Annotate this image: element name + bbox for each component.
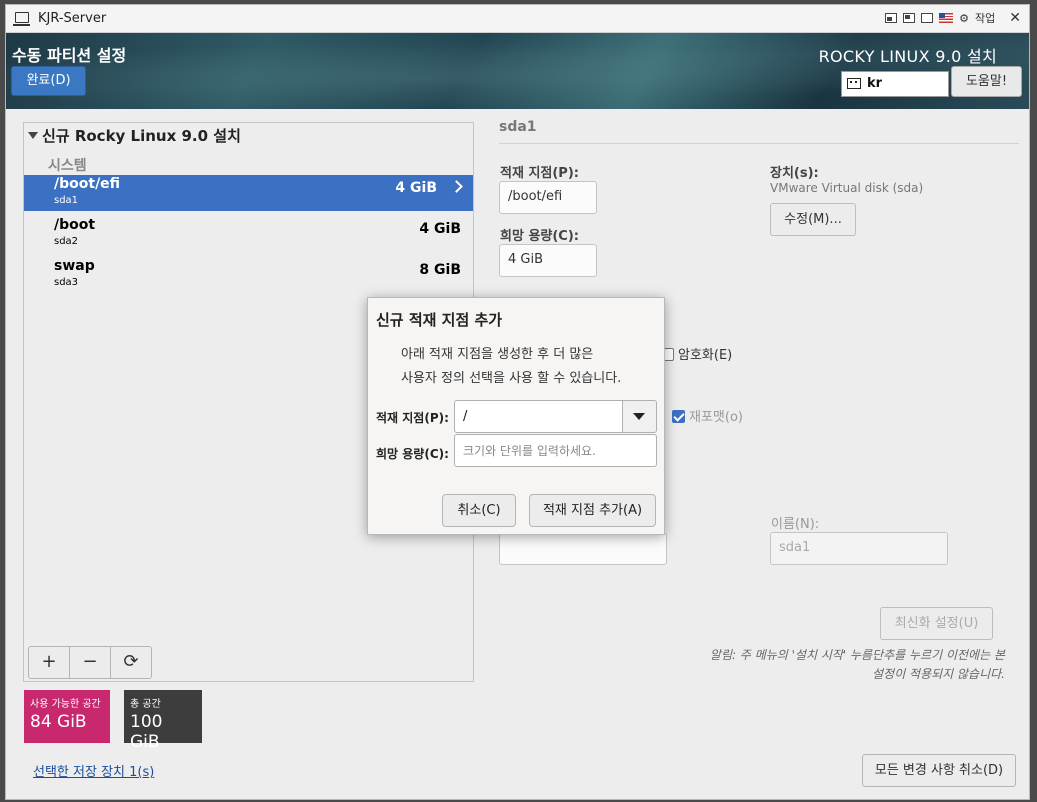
install-group-label: 신규 Rocky Linux 9.0 설치	[42, 127, 241, 145]
detail-device-label: 장치(s):	[770, 166, 819, 181]
keyboard-layout-label: kr	[867, 76, 883, 91]
mount-point-value: /	[463, 409, 468, 424]
mount-size: 4 GiB	[419, 221, 461, 237]
flag-icon	[939, 13, 954, 23]
dialog-cancel-button[interactable]: 취소(C)	[442, 494, 516, 527]
add-mount-dialog: 신규 적재 지점 추가 아래 적재 지점을 생성한 후 더 많은 사용자 정의 …	[367, 297, 665, 535]
keyboard-icon	[847, 78, 861, 89]
capacity-input[interactable]	[454, 434, 657, 467]
detail-mount-field[interactable]: /boot/efi	[499, 181, 597, 214]
actions-menu[interactable]: 작업	[975, 10, 995, 26]
remove-mount-button[interactable]: −	[69, 646, 111, 679]
page-title: 수동 파티션 설정	[12, 46, 127, 65]
maximize-icon[interactable]	[921, 13, 934, 23]
detail-title: sda1	[499, 119, 537, 135]
vm-controls: ⚙ 작업 ✕	[885, 10, 1021, 26]
mount-name: /boot/efi	[54, 176, 121, 192]
mount-row-boot-efi[interactable]: /boot/efi sda1 4 GiB	[24, 175, 473, 211]
reset-all-button[interactable]: 모든 변경 사항 취소(D)	[862, 754, 1016, 787]
checkbox-checked-icon	[672, 410, 685, 423]
restore-icon[interactable]	[903, 13, 916, 23]
gear-icon[interactable]: ⚙	[959, 12, 969, 25]
done-button[interactable]: 완료(D)	[11, 66, 86, 96]
minimize-icon[interactable]	[885, 13, 898, 23]
mount-toolbar: + − ⟳	[28, 646, 152, 679]
selected-storage-link[interactable]: 선택한 저장 장치 1(s)	[33, 761, 154, 780]
available-space-value: 84 GiB	[30, 712, 87, 732]
dialog-desc-line2: 사용자 정의 선택을 사용 할 수 있습니다.	[401, 371, 622, 386]
total-space-value: 100 GiB	[130, 712, 163, 752]
total-space-label: 총 공간	[130, 699, 161, 710]
detail-device-value: VMware Virtual disk (sda)	[770, 181, 924, 195]
detail-divider	[499, 143, 1019, 144]
encrypt-label: 암호화(E)	[678, 348, 733, 363]
close-icon[interactable]: ✕	[1009, 10, 1021, 26]
expander-down-icon[interactable]	[28, 132, 38, 139]
detail-name-label: 이름(N):	[771, 517, 820, 532]
dialog-add-button[interactable]: 적재 지점 추가(A)	[529, 494, 656, 527]
dialog-capacity-label: 희망 용량(C):	[376, 447, 449, 461]
apply-note-line2: 설정이 적용되지 않습니다.	[872, 667, 1005, 681]
mount-name: swap	[54, 258, 95, 274]
dialog-desc-line1: 아래 적재 지점을 생성한 후 더 많은	[401, 347, 594, 362]
dialog-description: 아래 적재 지점을 생성한 후 더 많은 사용자 정의 선택을 사용 할 수 있…	[401, 343, 621, 391]
section-system: 시스템	[48, 158, 87, 174]
keyboard-layout-indicator[interactable]: kr	[841, 71, 949, 97]
mount-device: sda2	[54, 236, 79, 247]
available-space-label: 사용 가능한 공간	[30, 699, 101, 710]
chevron-right-icon	[450, 180, 463, 193]
dropdown-arrow-icon[interactable]	[622, 401, 656, 432]
dialog-title: 신규 적재 지점 추가	[376, 311, 503, 329]
refresh-button[interactable]: ⟳	[110, 646, 152, 679]
add-mount-button[interactable]: +	[28, 646, 70, 679]
total-space-badge: 총 공간 100 GiB	[124, 690, 202, 752]
reformat-label: 재포맷(o)	[689, 410, 743, 425]
install-group-header[interactable]: 신규 Rocky Linux 9.0 설치	[28, 125, 241, 146]
update-settings-button[interactable]: 최신화 설정(U)	[880, 607, 993, 640]
vm-titlebar: KJR-Server ⚙ 작업 ✕	[6, 5, 1029, 33]
mount-device: sda3	[54, 277, 79, 288]
mount-size: 8 GiB	[419, 262, 461, 278]
product-title: ROCKY LINUX 9.0 설치	[818, 47, 997, 66]
mount-row-swap[interactable]: swap sda3 8 GiB	[24, 257, 473, 293]
detail-capacity-label: 희망 용량(C):	[500, 229, 579, 244]
modify-button[interactable]: 수정(M)...	[770, 203, 856, 236]
reformat-checkbox[interactable]: 재포맷(o)	[672, 406, 743, 425]
apply-note: 알림: 주 메뉴의 '설치 시작' 누름단추를 누르기 이전에는 본 설정이 적…	[675, 646, 1005, 684]
dialog-mount-label: 적재 지점(P):	[376, 411, 449, 425]
mount-point-combo[interactable]: /	[454, 400, 657, 433]
mount-row-boot[interactable]: /boot sda2 4 GiB	[24, 216, 473, 252]
vm-title: KJR-Server	[38, 11, 107, 26]
detail-mount-label: 적재 지점(P):	[500, 166, 579, 181]
detail-name-field[interactable]: sda1	[770, 532, 948, 565]
mount-device: sda1	[54, 195, 79, 206]
detail-capacity-field[interactable]: 4 GiB	[499, 244, 597, 277]
installer-header: 수동 파티션 설정 완료(D) ROCKY LINUX 9.0 설치 kr 도움…	[6, 33, 1029, 109]
available-space-badge: 사용 가능한 공간 84 GiB	[24, 690, 110, 743]
mount-size: 4 GiB	[395, 180, 437, 196]
detail-label-field[interactable]	[499, 532, 667, 565]
apply-note-line1: 알림: 주 메뉴의 '설치 시작' 누름단추를 누르기 이전에는 본	[709, 648, 1005, 662]
monitor-icon	[13, 12, 30, 26]
mount-name: /boot	[54, 217, 96, 233]
encrypt-checkbox[interactable]: 암호화(E)	[661, 344, 732, 363]
help-button[interactable]: 도움말!	[951, 66, 1022, 97]
